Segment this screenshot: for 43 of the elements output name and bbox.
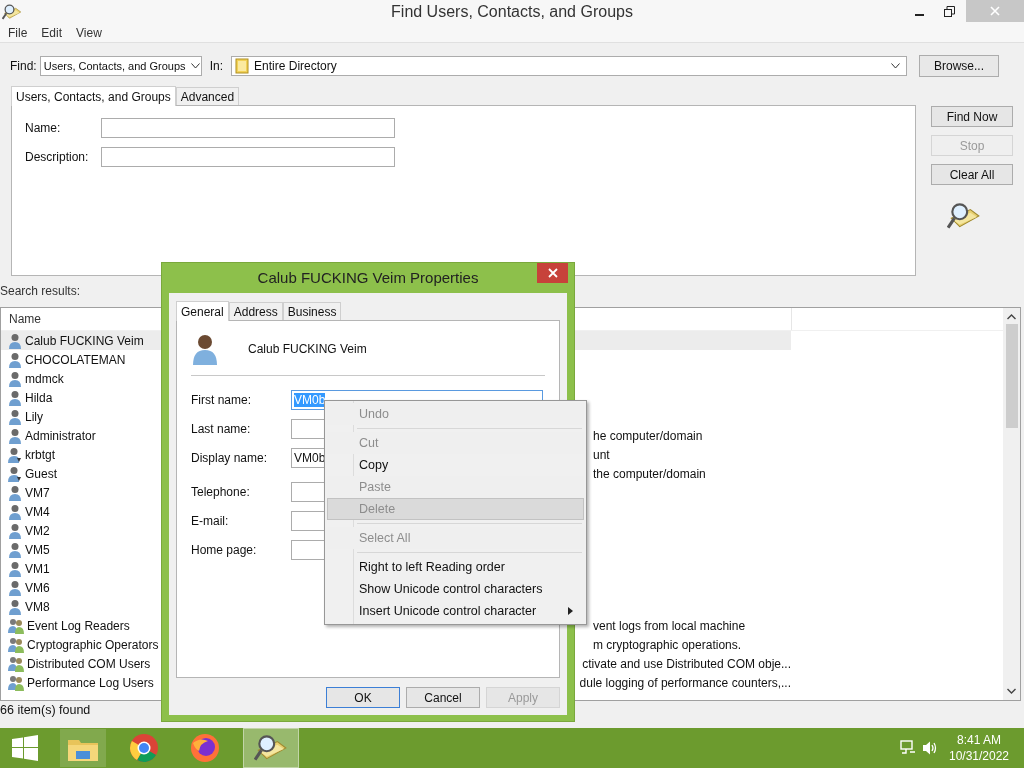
description-text: dule logging of performance counters,... xyxy=(579,675,791,690)
name-text: CHOCOLATEMAN xyxy=(25,352,126,367)
window-title: Find Users, Contacts, and Groups xyxy=(391,3,633,21)
name-text: VM2 xyxy=(25,523,50,538)
field-label: Telephone: xyxy=(191,485,251,499)
name-text: VM4 xyxy=(25,504,50,519)
name-text: mdmck xyxy=(25,371,64,386)
name-text: Calub FUCKING Veim xyxy=(25,333,144,348)
field-label: Home page: xyxy=(191,543,258,557)
clock-date: 10/31/2022 xyxy=(948,748,1010,764)
name-text: krbtgt xyxy=(25,447,55,462)
field-label: Last name: xyxy=(191,422,252,436)
name-text: VM5 xyxy=(25,542,50,557)
field-label: Description: xyxy=(24,150,90,164)
description-text: m cryptographic operations. xyxy=(593,637,742,652)
name-text: Distributed COM Users xyxy=(27,656,151,671)
name-text: VM7 xyxy=(25,485,50,500)
description-text: unt xyxy=(593,447,610,462)
results-label: Search results: xyxy=(0,283,82,300)
field-label: Name: xyxy=(24,121,62,135)
user-display-name: Calub FUCKING Veim xyxy=(248,342,367,356)
clock-time: 8:41 AM xyxy=(957,732,1001,748)
dialog-title: Calub FUCKING Veim Properties xyxy=(257,269,479,286)
field-label: First name: xyxy=(191,393,252,407)
name-text: Cryptographic Operators xyxy=(27,637,159,652)
field-label: E-mail: xyxy=(191,514,230,528)
in-label: In: xyxy=(209,59,224,73)
find-label: Find: xyxy=(10,59,37,73)
status-text: 66 item(s) found xyxy=(0,702,92,719)
field-label: Display name: xyxy=(191,451,269,465)
name-text: VM1 xyxy=(25,561,50,576)
name-text: Lily xyxy=(25,409,43,424)
name-text: Administrator xyxy=(25,428,96,443)
name-text: Event Log Readers xyxy=(27,618,130,633)
description-text: he computer/domain xyxy=(593,428,703,443)
name-text: Guest xyxy=(25,466,57,481)
name-text: VM8 xyxy=(25,599,50,614)
description-text: ctivate and use Distributed COM obje... xyxy=(582,656,791,671)
description-text: vent logs from local machine xyxy=(593,618,746,633)
name-text: Performance Log Users xyxy=(27,675,154,690)
name-text: Hilda xyxy=(25,390,53,405)
name-text: VM6 xyxy=(25,580,50,595)
description-text: the computer/domain xyxy=(593,466,706,481)
